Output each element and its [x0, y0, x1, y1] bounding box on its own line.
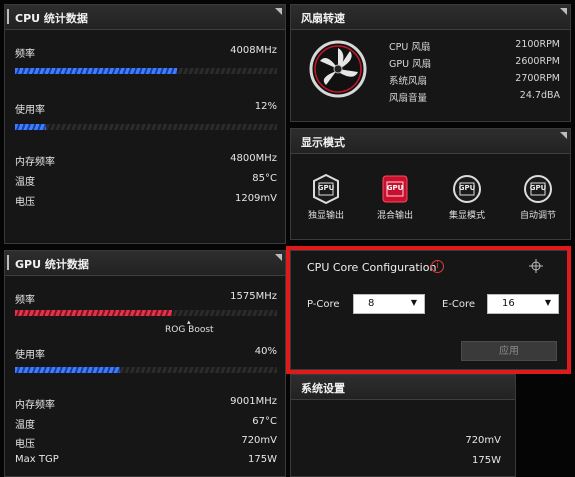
gpu-temp-label: 温度 — [15, 420, 35, 431]
gpu-mem-freq-label: 内存频率 — [15, 400, 55, 411]
panel-corner-icon — [560, 132, 567, 139]
apply-button[interactable]: 应用 — [461, 341, 557, 361]
mode-integrated-button[interactable]: GPU 集显模式 — [442, 174, 492, 221]
cpu-mem-freq-label: 内存频率 — [15, 157, 55, 168]
gpu-chip-label: GPU — [529, 184, 547, 192]
cpu-usage-bar — [15, 124, 277, 130]
pcore-label: P-Core — [307, 299, 340, 310]
display-mode-panel: 显示模式 GPU 独显输出 GPU 混合输出 GPU 集显模式 GPU 自动调节 — [290, 128, 571, 240]
cpu-freq-bar-fill — [15, 68, 178, 74]
gpu-chip-label: GPU — [458, 184, 476, 192]
gpu-freq-bar-fill — [15, 310, 173, 316]
mode-dedicated-button[interactable]: GPU 独显输出 — [301, 173, 351, 221]
fan-speed-title: 风扇转速 — [301, 12, 345, 25]
cpu-freq-value: 4008MHz — [230, 45, 277, 56]
gpu-freq-label: 频率 — [15, 295, 35, 306]
mode-integrated-label: 集显模式 — [448, 211, 485, 221]
pcore-select[interactable]: 8 ▼ — [353, 294, 425, 314]
gpu-fan-value: 2600RPM — [515, 56, 560, 67]
cpu-fan-value: 2100RPM — [515, 39, 560, 50]
gpu-stats-header: GPU 统计数据 — [5, 251, 285, 276]
system-settings-header: 系统设置 — [291, 375, 515, 400]
gpu-voltage-label: 电压 — [15, 439, 35, 450]
gpu-usage-value: 40% — [254, 346, 277, 357]
gpu-hybrid-icon: GPU — [381, 174, 409, 204]
gpu-tgp-value: 175W — [248, 454, 277, 465]
chevron-down-icon: ▼ — [410, 298, 417, 307]
system-settings-title: 系统设置 — [301, 382, 345, 395]
cpu-core-config-title: CPU Core Configuration — [307, 261, 437, 274]
gpu-usage-label: 使用率 — [15, 350, 45, 361]
system-fan-label: 系统风扇 — [389, 76, 428, 87]
gpu-chip-label: GPU — [386, 184, 404, 192]
cpu-fan-label: CPU 风扇 — [389, 42, 431, 53]
gpu-mem-freq-value: 9001MHz — [230, 396, 277, 407]
cpu-temp-label: 温度 — [15, 177, 35, 188]
panel-corner-icon — [275, 8, 282, 15]
system-settings-value: 175W — [472, 455, 501, 466]
rog-boost-label: ROG Boost — [165, 325, 214, 335]
display-mode-title: 显示模式 — [301, 136, 345, 149]
display-mode-header: 显示模式 — [291, 129, 570, 154]
fan-volume-label: 风扇音量 — [389, 93, 428, 104]
gpu-tgp-label: Max TGP — [15, 454, 59, 465]
system-fan-value: 2700RPM — [515, 73, 560, 84]
mode-dedicated-label: 独显输出 — [307, 211, 344, 221]
gpu-fan-label: GPU 风扇 — [389, 59, 432, 70]
panel-corner-icon — [275, 254, 282, 261]
cpu-core-config-panel: CPU Core Configuration i P-Core 8 ▼ E-Co… — [290, 250, 571, 370]
pcore-select-value: 8 — [368, 298, 375, 309]
gpu-usage-bar-fill — [15, 367, 120, 373]
system-settings-value: 720mV — [465, 435, 501, 446]
fan-icon — [309, 40, 367, 98]
ecore-select[interactable]: 16 ▼ — [487, 294, 559, 314]
chevron-down-icon: ▼ — [544, 298, 551, 307]
ecore-select-value: 16 — [502, 298, 515, 309]
gpu-stats-panel: GPU 统计数据 频率 1575MHz ▴ ROG Boost 使用率 40% … — [4, 250, 286, 477]
gpu-stats-title: GPU 统计数据 — [15, 258, 89, 271]
crosshair-icon[interactable] — [529, 259, 543, 273]
cpu-stats-title: CPU 统计数据 — [15, 12, 88, 25]
gpu-usage-bar — [15, 367, 277, 373]
gpu-voltage-value: 720mV — [241, 435, 277, 446]
info-icon[interactable]: i — [431, 260, 444, 273]
gpu-integrated-icon: GPU — [453, 174, 481, 204]
system-settings-panel: 系统设置 720mV 175W — [290, 374, 516, 477]
gpu-dedicated-icon: GPU — [312, 173, 340, 205]
panel-corner-icon — [560, 8, 567, 15]
fan-speed-panel: 风扇转速 CPU 风扇 2100RPM GPU 风扇 2600RPM 系统风扇 … — [290, 4, 571, 122]
cpu-usage-bar-fill — [15, 124, 47, 130]
cpu-freq-label: 频率 — [15, 49, 35, 60]
cpu-voltage-label: 电压 — [15, 197, 35, 208]
cpu-usage-value: 12% — [254, 101, 277, 112]
gpu-freq-bar — [15, 310, 277, 316]
panel-accent-bar — [7, 255, 9, 270]
cpu-temp-value: 85°C — [252, 173, 277, 184]
fan-speed-header: 风扇转速 — [291, 5, 570, 30]
cpu-voltage-value: 1209mV — [234, 193, 277, 204]
cpu-freq-bar — [15, 68, 277, 74]
gpu-temp-value: 67°C — [252, 416, 277, 427]
ecore-label: E-Core — [442, 299, 476, 310]
gpu-freq-value: 1575MHz — [230, 291, 277, 302]
cpu-usage-label: 使用率 — [15, 105, 45, 116]
mode-hybrid-button[interactable]: GPU 混合输出 — [370, 174, 420, 221]
cpu-mem-freq-value: 4800MHz — [230, 153, 277, 164]
fan-volume-value: 24.7dBA — [519, 90, 560, 101]
cpu-stats-header: CPU 统计数据 — [5, 5, 285, 30]
cpu-stats-panel: CPU 统计数据 频率 4008MHz 使用率 12% 内存频率 4800MHz… — [4, 4, 286, 244]
panel-accent-bar — [7, 9, 9, 24]
mode-hybrid-label: 混合输出 — [376, 211, 413, 221]
mode-auto-button[interactable]: GPU 自动调节 — [513, 174, 563, 221]
gpu-auto-icon: GPU — [524, 174, 552, 204]
mode-auto-label: 自动调节 — [519, 211, 556, 221]
gpu-chip-label: GPU — [317, 184, 335, 192]
